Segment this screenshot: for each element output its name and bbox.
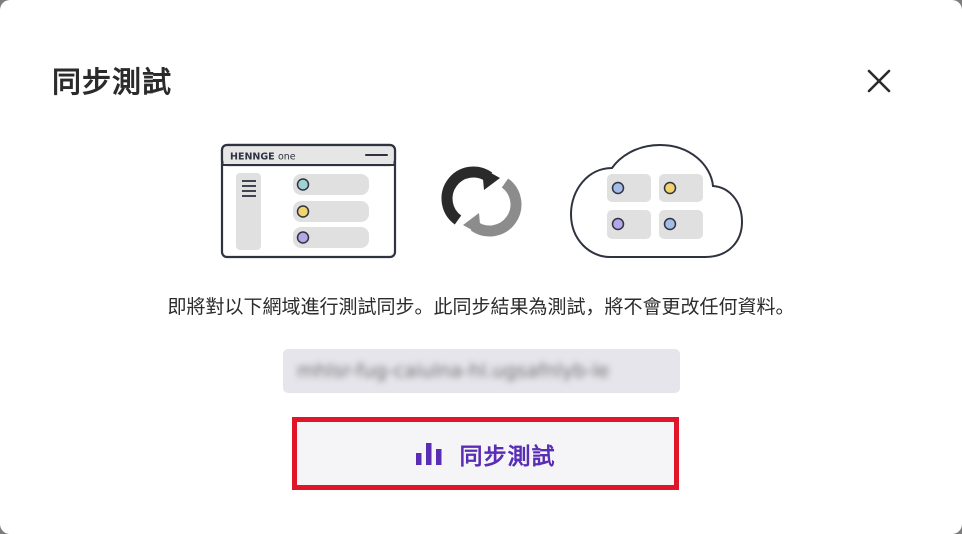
app-brand-suffix-text: one xyxy=(278,152,296,163)
dialog-title: 同步測試 xyxy=(52,65,173,99)
domain-value: mhlsr-fug-caiulna-hl.ugsafnlyb-le xyxy=(297,360,610,382)
cloud-illustration xyxy=(569,143,744,258)
sync-test-button-label: 同步測試 xyxy=(459,442,556,469)
bar-chart-icon xyxy=(415,442,441,465)
dialog-description: 即將對以下網域進行測試同步。此同步結果為測試，將不會更改任何資料。 xyxy=(167,296,795,318)
svg-text:HENNGE one: HENNGE one xyxy=(230,152,296,163)
domain-display: mhlsr-fug-caiulna-hl.ugsafnlyb-le xyxy=(283,349,680,393)
close-icon xyxy=(867,69,891,93)
close-button[interactable] xyxy=(860,62,898,100)
app-brand-text: HENNGE xyxy=(230,152,275,163)
app-window-illustration: HENNGE one xyxy=(220,143,397,259)
sync-test-dialog: 同步測試 HENNGE one 即將對以下網域進行測試同步。此同步結果為測試，將… xyxy=(0,0,962,534)
sync-test-button[interactable]: 同步測試 xyxy=(292,417,679,490)
sync-illustration: HENNGE one xyxy=(220,143,744,259)
sync-arrows-icon xyxy=(441,166,522,237)
